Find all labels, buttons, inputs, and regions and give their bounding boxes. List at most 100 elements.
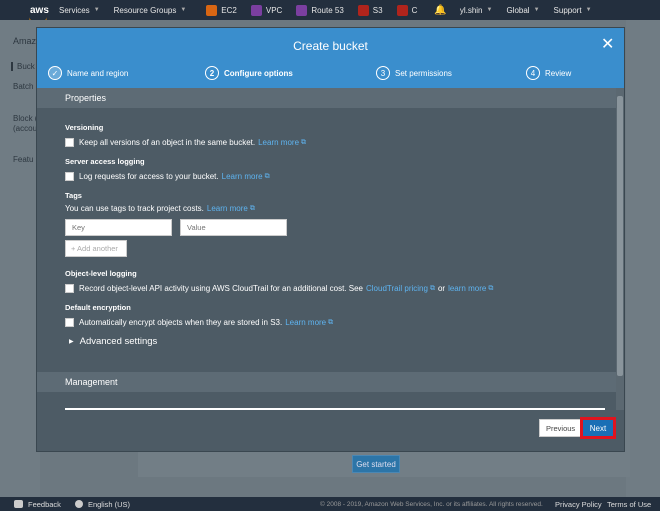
chevron-down-icon: ▼ (533, 7, 540, 13)
versioning-title: Versioning (65, 123, 104, 132)
shortcut-s3[interactable]: S3 (351, 4, 390, 16)
server-access-logging-label: Log requests for access to your bucket. (79, 172, 219, 181)
default-encryption-title: Default encryption (65, 303, 131, 312)
object-level-logging-label: Record object-level API activity using A… (79, 284, 363, 293)
chevron-down-icon: ▼ (585, 7, 592, 13)
close-icon[interactable]: ✕ (601, 37, 614, 53)
server-access-logging-block: Server access logging Log requests for a… (65, 157, 270, 181)
properties-section-header: Properties (37, 88, 616, 108)
right-panel (626, 20, 660, 497)
create-bucket-modal: Create bucket ✕ ✓ Name and region 2 Conf… (36, 27, 625, 452)
default-encryption-label: Automatically encrypt objects when they … (79, 318, 283, 327)
versioning-block: Versioning Keep all versions of an objec… (65, 123, 306, 147)
modal-header: Create bucket ✕ ✓ Name and region 2 Conf… (37, 28, 624, 88)
user-menu[interactable]: yl.shin ▼ (453, 6, 500, 15)
server-access-logging-title: Server access logging (65, 157, 145, 166)
region-menu[interactable]: Global ▼ (499, 6, 546, 15)
shortcut-label: VPC (265, 5, 283, 15)
shortcut-route53[interactable]: Route 53 (289, 4, 350, 16)
step-number: 2 (205, 66, 219, 80)
previous-button[interactable]: Previous (539, 419, 583, 437)
step-label: Review (545, 68, 572, 78)
shortcut-label: C (411, 5, 418, 15)
support-label: Support (553, 5, 582, 15)
ec2-icon (206, 4, 218, 16)
object-level-logging-block: Object-level logging Record object-level… (65, 269, 493, 293)
check-icon: ✓ (48, 66, 62, 80)
external-link-icon: ⧉ (249, 204, 255, 212)
language-selector[interactable]: English (US) (74, 499, 131, 509)
resource-groups-label: Resource Groups (113, 5, 177, 15)
external-link-icon: ⧉ (488, 284, 494, 292)
add-another-tag-button[interactable]: + Add another (65, 240, 127, 257)
scrollbar-thumb[interactable] (617, 96, 623, 376)
feedback-label: Feedback (28, 499, 61, 509)
shortcut-c[interactable]: C (390, 4, 425, 16)
tag-value-input[interactable] (180, 219, 287, 236)
tag-key-input[interactable] (65, 219, 172, 236)
modal-title: Create bucket (293, 39, 368, 53)
default-encryption-block: Default encryption Automatically encrypt… (65, 303, 333, 327)
external-link-icon: ⧉ (328, 318, 334, 326)
server-access-logging-checkbox[interactable] (65, 172, 74, 181)
vpc-icon (250, 4, 262, 16)
wizard-steps: ✓ Name and region 2 Configure options 3 … (37, 66, 624, 84)
chevron-down-icon: ▼ (93, 7, 100, 13)
shortcut-label: S3 (372, 5, 383, 15)
bottom-footer-bar: Feedback English (US) © 2008 - 2019, Ama… (0, 497, 660, 511)
bell-icon[interactable]: 🔔 (434, 5, 446, 16)
tags-title: Tags (65, 191, 82, 200)
tags-learn-more-link[interactable]: Learn more (207, 204, 248, 213)
object-level-logging-learn-more-link[interactable]: learn more (448, 284, 486, 293)
external-link-icon: ⧉ (264, 172, 270, 180)
privacy-policy-link[interactable]: Privacy Policy (555, 500, 602, 509)
services-menu[interactable]: Services ▼ (52, 6, 107, 15)
aws-logo[interactable]: aws (0, 5, 50, 23)
sidebar: Amaz Buck Batch Block ( (accou Featu (0, 20, 40, 497)
external-link-icon: ⧉ (301, 138, 307, 146)
support-menu[interactable]: Support ▼ (547, 6, 599, 15)
sidebar-item-block[interactable]: Block ( (13, 114, 37, 123)
get-started-button[interactable]: Get started (352, 455, 400, 473)
sidebar-item-batch[interactable]: Batch (13, 82, 33, 91)
chevron-down-icon: ▼ (486, 7, 493, 13)
sidebar-item-buckets[interactable]: Buck (11, 62, 35, 71)
default-encryption-learn-more-link[interactable]: Learn more (285, 318, 326, 327)
sidebar-item-features[interactable]: Featu (13, 155, 33, 164)
step-review[interactable]: 4 Review (526, 66, 571, 80)
tags-block: Tags You can use tags to track project c… (65, 191, 255, 213)
advanced-settings-toggle[interactable]: ▶ Advanced settings (69, 336, 157, 347)
resource-groups-menu[interactable]: Resource Groups ▼ (107, 6, 194, 15)
versioning-learn-more-link[interactable]: Learn more (258, 138, 299, 147)
route53-icon (296, 4, 308, 16)
server-access-logging-learn-more-link[interactable]: Learn more (222, 172, 263, 181)
services-label: Services (59, 5, 90, 15)
step-label: Name and region (67, 68, 129, 78)
step-set-permissions[interactable]: 3 Set permissions (376, 66, 452, 80)
object-level-logging-title: Object-level logging (65, 269, 137, 278)
scrollbar[interactable] (616, 88, 624, 410)
next-button[interactable]: Next (583, 420, 613, 436)
chat-bubble-icon (14, 500, 23, 508)
s3-icon (357, 4, 369, 16)
language-label: English (US) (87, 499, 131, 509)
step-configure-options[interactable]: 2 Configure options (205, 66, 293, 80)
service-icon (396, 4, 408, 16)
versioning-checkbox[interactable] (65, 138, 74, 147)
object-level-logging-checkbox[interactable] (65, 284, 74, 293)
default-encryption-checkbox[interactable] (65, 318, 74, 327)
sidebar-heading: Amaz (13, 36, 37, 46)
copyright-text: © 2008 - 2019, Amazon Web Services, Inc.… (320, 500, 543, 508)
step-label: Set permissions (395, 68, 452, 78)
chevron-down-icon: ▼ (180, 7, 187, 13)
or-text: or (437, 284, 446, 293)
shortcut-label: EC2 (221, 5, 237, 15)
feedback-button[interactable]: Feedback (0, 500, 61, 509)
step-name-and-region[interactable]: ✓ Name and region (48, 66, 128, 80)
cloudtrail-pricing-link[interactable]: CloudTrail pricing (366, 284, 428, 293)
terms-of-use-link[interactable]: Terms of Use (607, 500, 651, 509)
shortcut-vpc[interactable]: VPC (244, 4, 289, 16)
step-label: Configure options (224, 68, 293, 78)
next-button-highlight: Next (580, 417, 616, 439)
shortcut-ec2[interactable]: EC2 (199, 4, 244, 16)
